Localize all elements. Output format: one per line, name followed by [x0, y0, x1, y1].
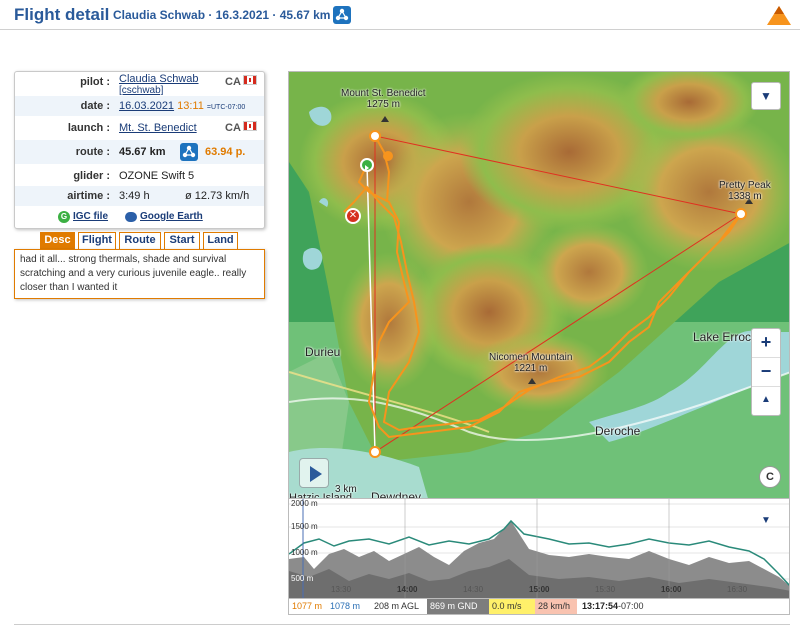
x-label-1630: 16:30	[727, 585, 748, 594]
tab-flight[interactable]: Flight	[78, 232, 116, 249]
launch-label: launch :	[67, 122, 110, 134]
page-title: Flight detail	[14, 5, 110, 24]
triangle-route-icon	[180, 143, 198, 161]
x-label-1500: 15:00	[529, 585, 550, 594]
chevron-down-icon: ▼	[760, 89, 772, 103]
start-marker-icon[interactable]	[360, 158, 374, 172]
tab-route[interactable]: Route	[119, 232, 161, 249]
route-points: 63.94 p.	[205, 146, 246, 158]
landing-marker-icon[interactable]: ✕	[345, 208, 361, 224]
route-type-icon	[333, 6, 351, 24]
footer-divider	[14, 624, 790, 625]
launch-row: launch : Mt. St. Benedict CA	[15, 118, 264, 138]
glider-row: glider : OZONE Swift 5	[15, 166, 264, 186]
peak-nicomen-mountain: Nicomen Mountain 1221 m	[489, 352, 573, 374]
google-earth-link[interactable]: Google Earth	[140, 211, 203, 222]
flight-subtitle: Claudia Schwab · 16.3.2021 · 45.67 km	[113, 8, 331, 22]
y-label-500: 500 m	[291, 574, 314, 583]
reset-north-button[interactable]: ▲	[752, 387, 780, 415]
flight-map[interactable]: ✕ Mount St. Benedict 1275 m Pretty Peak 13…	[288, 71, 790, 501]
google-earth-icon	[125, 212, 137, 222]
airtime-label: airtime :	[67, 190, 110, 202]
page-header: Flight detail Claudia Schwab · 16.3.2021…	[0, 0, 800, 30]
map-scale: 3 km	[335, 484, 357, 495]
layers-button[interactable]: ▼	[751, 82, 781, 110]
airtime-row: airtime : 3:49 h ø 12.73 km/h	[15, 186, 264, 206]
site-logo-icon[interactable]	[766, 4, 792, 26]
baro-altitude: 1078 m	[330, 601, 361, 611]
altitude-chart-plot	[289, 499, 789, 598]
pilot-username-link[interactable]: [cschwab]	[119, 85, 163, 96]
glider-value: OZONE Swift 5	[119, 170, 195, 182]
flight-info-panel: pilot : Claudia Schwab [cschwab] CA date…	[14, 71, 265, 229]
place-lake-errock: Lake Errock	[693, 330, 758, 344]
time-zone: -07:00	[618, 601, 644, 611]
flight-description: had it all... strong thermals, shade and…	[14, 249, 265, 299]
pilot-country: CA	[225, 76, 241, 88]
vario-speed: 0.0 m/s	[489, 599, 535, 614]
airtime-value: 3:49 h	[119, 190, 150, 202]
average-speed: ø 12.73 km/h	[185, 190, 250, 202]
place-durieu: Durieu	[305, 345, 341, 359]
date-time: 13:11	[177, 100, 204, 112]
zoom-in-button[interactable]: +	[752, 329, 780, 358]
igc-file-icon: G	[58, 211, 70, 223]
y-label-1000: 1000 m	[291, 548, 318, 557]
tab-land[interactable]: Land	[203, 232, 238, 249]
zoom-control: + − ▲	[751, 328, 781, 416]
date-label: date :	[80, 100, 110, 112]
pilot-name-link[interactable]: Claudia Schwab	[119, 73, 199, 85]
north-arrow-icon: ▲	[761, 394, 771, 405]
agl-height: 208 m AGL	[374, 601, 420, 611]
x-label-1400: 14:00	[397, 585, 418, 594]
x-label-1430: 14:30	[463, 585, 484, 594]
glider-label: glider :	[73, 170, 110, 182]
date-link[interactable]: 16.03.2021	[119, 100, 174, 112]
play-icon	[310, 466, 322, 482]
download-row: G IGC file Google Earth	[15, 208, 264, 228]
pilot-label: pilot :	[80, 76, 110, 88]
y-label-1500: 1500 m	[291, 522, 318, 531]
route-distance: 45.67 km	[119, 146, 166, 158]
igc-file-link[interactable]: IGC file	[73, 211, 108, 222]
ground-speed: 28 km/h	[535, 599, 577, 614]
date-timezone: =UTC-07:00	[206, 104, 246, 111]
terrain-map	[289, 72, 789, 500]
canada-flag-icon	[243, 75, 257, 85]
tab-start[interactable]: Start	[164, 232, 200, 249]
route-row: route : 45.67 km 63.94 p.	[15, 140, 264, 164]
zoom-out-button[interactable]: −	[752, 358, 780, 387]
launch-country: CA	[225, 122, 241, 134]
place-deroche: Deroche	[595, 424, 641, 438]
pilot-row: pilot : Claudia Schwab [cschwab] CA	[15, 72, 264, 96]
tab-desc[interactable]: Desc	[40, 232, 75, 249]
date-row: date : 16.03.2021 13:11 =UTC-07:00	[15, 96, 264, 116]
flight-status-bar: 1077 m 1078 m 208 m AGL 869 m GND 0.0 m/…	[288, 599, 790, 615]
x-label-1600: 16:00	[661, 585, 682, 594]
peak-mount-st-benedict: Mount St. Benedict 1275 m	[341, 88, 426, 110]
chart-options-chevron-down-icon[interactable]: ▼	[761, 515, 771, 526]
y-label-2000: 2000 m	[291, 499, 318, 508]
ground-altitude: 869 m GND	[427, 599, 489, 614]
gps-altitude: 1077 m	[292, 601, 323, 611]
canada-flag-icon	[243, 121, 257, 131]
altitude-chart[interactable]: 2000 m 1500 m 1000 m 500 m 13:30 14:00 1…	[288, 498, 790, 599]
launch-link[interactable]: Mt. St. Benedict	[119, 122, 197, 134]
x-label-1530: 15:30	[595, 585, 616, 594]
play-button[interactable]	[299, 458, 329, 488]
route-label: route :	[75, 146, 110, 158]
peak-pretty-peak: Pretty Peak 1338 m	[719, 180, 771, 202]
x-label-1330: 13:30	[331, 585, 352, 594]
copyright-button[interactable]: C	[759, 466, 781, 488]
